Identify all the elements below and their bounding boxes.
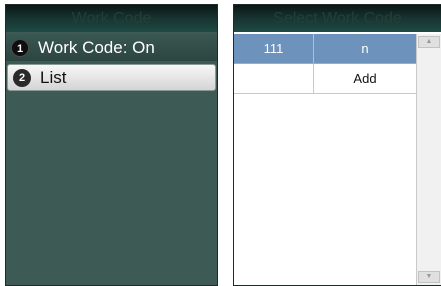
scroll-up-icon[interactable]: ▲ bbox=[418, 36, 440, 48]
scroll-down-icon[interactable]: ▼ bbox=[418, 271, 440, 283]
name-cell: n bbox=[361, 41, 369, 56]
code-cell: 111 bbox=[234, 34, 314, 63]
work-code-screen: Work Code 1 Work Code: On 2 List bbox=[5, 4, 218, 286]
code-cell bbox=[234, 64, 314, 93]
work-code-table: 111 n Add bbox=[234, 34, 416, 94]
select-work-code-screen: Select Work Code 111 n Add ▲ ▼ bbox=[233, 4, 441, 286]
table-row[interactable]: Add bbox=[234, 64, 416, 94]
menu-item-label: List bbox=[40, 67, 67, 87]
number-badge-2-icon: 2 bbox=[13, 68, 31, 87]
menu-item-list[interactable]: 2 List bbox=[7, 64, 216, 91]
screen-title: Select Work Code bbox=[234, 5, 441, 32]
table-row[interactable]: 111 n bbox=[234, 34, 416, 64]
screen-title: Work Code bbox=[6, 5, 217, 32]
menu-item-label: Work Code: On bbox=[38, 37, 155, 57]
add-button[interactable]: Add bbox=[314, 64, 416, 93]
scrollbar[interactable]: ▲ ▼ bbox=[416, 34, 441, 285]
number-badge-1-icon: 1 bbox=[11, 38, 29, 57]
menu-item-work-code[interactable]: 1 Work Code: On bbox=[6, 34, 217, 61]
